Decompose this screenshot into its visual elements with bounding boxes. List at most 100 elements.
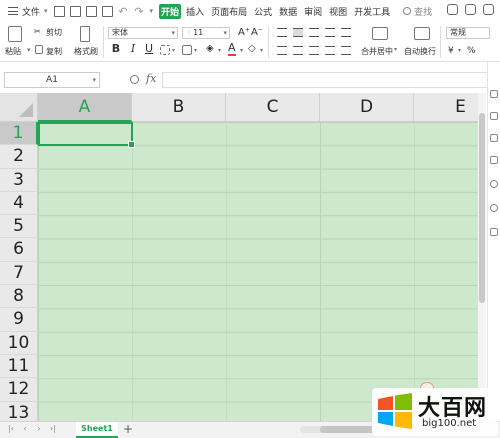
eraser-icon[interactable]: ◇ xyxy=(248,43,256,54)
tab-insert[interactable]: 插入 xyxy=(184,4,206,19)
sidebar-tool-icon[interactable] xyxy=(490,156,498,164)
font-name-select[interactable]: 宋体 ▾ xyxy=(108,27,178,39)
number-format-select[interactable]: 常规 xyxy=(446,27,490,39)
paste-icon[interactable] xyxy=(8,26,22,42)
sheet-tab-sheet1[interactable]: Sheet1 xyxy=(76,422,118,438)
format-painter-button[interactable]: 格式刷 xyxy=(74,46,98,57)
vertical-scrollbar[interactable] xyxy=(478,93,486,421)
table-style-icon[interactable] xyxy=(182,45,192,55)
borders-icon[interactable] xyxy=(160,45,170,55)
align-center-icon[interactable] xyxy=(293,46,303,55)
format-painter-icon[interactable] xyxy=(80,26,90,42)
row-header[interactable]: 11 xyxy=(0,354,38,379)
row-header[interactable]: 10 xyxy=(0,331,38,355)
percent-button[interactable]: % xyxy=(467,46,476,56)
distribute-icon[interactable] xyxy=(341,46,351,55)
fill-color-icon[interactable]: ◈ xyxy=(206,43,214,54)
print-icon[interactable] xyxy=(85,5,97,17)
copy-icon[interactable] xyxy=(35,45,43,54)
row-header[interactable]: 9 xyxy=(0,308,38,332)
file-menu[interactable]: 文件 xyxy=(22,5,40,18)
merge-center-button[interactable]: 合并居中 xyxy=(361,46,393,57)
select-all-corner[interactable] xyxy=(0,93,38,122)
row-header[interactable]: 7 xyxy=(0,261,38,286)
tab-developer[interactable]: 开发工具 xyxy=(352,4,392,19)
sidebar-tool-icon[interactable] xyxy=(490,134,498,142)
sidebar-tool-icon[interactable] xyxy=(490,180,498,188)
add-sheet-button[interactable]: + xyxy=(123,422,133,437)
save-icon[interactable] xyxy=(53,5,65,17)
redo-icon[interactable]: ↷ xyxy=(134,6,145,17)
chevron-down-icon[interactable]: ▾ xyxy=(44,7,48,15)
undo-icon[interactable]: ↶ xyxy=(118,6,129,17)
cut-button[interactable]: 剪切 xyxy=(46,27,62,38)
align-left-icon[interactable] xyxy=(277,46,287,55)
column-header-b[interactable]: B xyxy=(132,93,226,122)
indent-icon[interactable] xyxy=(325,28,335,37)
chevron-down-icon[interactable]: ▾ xyxy=(27,46,31,54)
row-header[interactable]: 13 xyxy=(0,401,38,421)
currency-button[interactable]: ¥ xyxy=(448,46,454,56)
scissors-icon[interactable]: ✂ xyxy=(34,27,41,36)
tab-page-layout[interactable]: 页面布局 xyxy=(209,4,249,19)
menu-icon[interactable] xyxy=(8,7,18,15)
row-header[interactable]: 1 xyxy=(0,122,38,146)
selected-cell-a1[interactable] xyxy=(38,122,135,148)
chevron-down-icon[interactable]: ▾ xyxy=(240,47,243,54)
tab-review[interactable]: 审阅 xyxy=(302,4,324,19)
zoom-icon[interactable] xyxy=(130,75,139,84)
row-header[interactable]: 2 xyxy=(0,145,38,169)
font-color-icon[interactable]: A xyxy=(228,42,236,56)
first-sheet-icon[interactable]: |‹ xyxy=(6,424,16,433)
row-header[interactable]: 4 xyxy=(0,191,38,216)
merge-center-icon[interactable] xyxy=(372,27,388,40)
grow-font-button[interactable]: A⁺ xyxy=(238,27,250,38)
sidebar-tool-icon[interactable] xyxy=(490,228,498,236)
scroll-thumb[interactable] xyxy=(320,426,380,433)
tab-formulas[interactable]: 公式 xyxy=(252,4,274,19)
wrap-text-icon[interactable] xyxy=(414,27,430,40)
chevron-down-icon[interactable]: ▾ xyxy=(260,47,263,54)
chevron-down-icon[interactable]: ▾ xyxy=(194,47,197,54)
chevron-down-icon[interactable]: ▾ xyxy=(218,47,221,54)
tab-home[interactable]: 开始 xyxy=(159,3,182,19)
row-header[interactable]: 6 xyxy=(0,238,38,262)
row-header[interactable]: 8 xyxy=(0,285,38,309)
more-icon[interactable] xyxy=(483,4,494,15)
column-header-c[interactable]: C xyxy=(226,93,320,122)
row-header[interactable]: 5 xyxy=(0,215,38,239)
chevron-down-icon[interactable]: ▾ xyxy=(394,46,397,53)
scroll-thumb[interactable] xyxy=(479,113,485,303)
sidebar-tool-icon[interactable] xyxy=(490,204,498,212)
cell-grid[interactable] xyxy=(38,122,478,421)
align-right-icon[interactable] xyxy=(309,46,319,55)
next-sheet-icon[interactable]: › xyxy=(34,424,44,433)
formula-input[interactable] xyxy=(162,72,492,88)
align-top-icon[interactable] xyxy=(277,28,287,37)
font-size-select[interactable]: · 11 ▾ xyxy=(182,27,230,39)
tab-data[interactable]: 数据 xyxy=(277,4,299,19)
preview-icon[interactable] xyxy=(101,5,113,17)
name-box[interactable]: A1 ▾ xyxy=(4,72,100,88)
sidebar-tool-icon[interactable] xyxy=(490,90,498,98)
underline-button[interactable]: U xyxy=(143,42,155,56)
tab-view[interactable]: 视图 xyxy=(327,4,349,19)
copy-button[interactable]: 复制 xyxy=(46,46,62,57)
share-icon[interactable] xyxy=(465,4,476,15)
export-icon[interactable] xyxy=(69,5,81,17)
wrap-text-button[interactable]: 自动换行 xyxy=(404,46,436,57)
bold-button[interactable]: B xyxy=(110,42,122,56)
align-middle-icon[interactable] xyxy=(293,28,303,37)
prev-sheet-icon[interactable]: ‹ xyxy=(20,424,30,433)
search-box[interactable]: 查找 xyxy=(403,5,432,18)
column-header-a[interactable]: A xyxy=(38,93,132,122)
column-header-e[interactable]: E xyxy=(414,93,478,122)
sidebar-tool-icon[interactable] xyxy=(490,112,498,120)
chevron-down-icon[interactable]: ▾ xyxy=(458,47,461,54)
outdent-icon[interactable] xyxy=(341,28,351,37)
chevron-down-icon[interactable]: ▾ xyxy=(150,7,154,15)
row-header[interactable]: 3 xyxy=(0,168,38,192)
shrink-font-button[interactable]: A⁻ xyxy=(251,27,263,38)
italic-button[interactable]: I xyxy=(127,42,139,56)
column-header-d[interactable]: D xyxy=(320,93,414,122)
